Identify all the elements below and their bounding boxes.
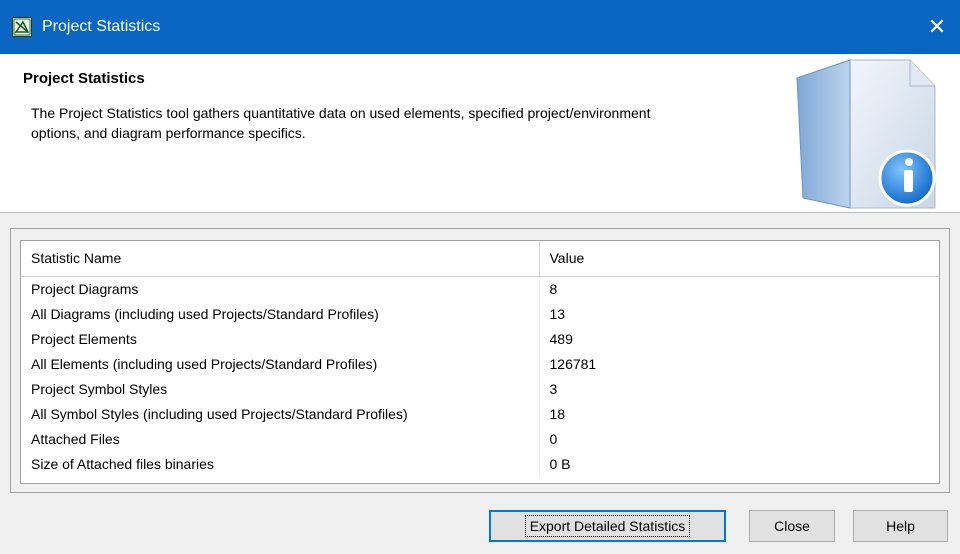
table-header-row: Statistic Name Value — [21, 241, 939, 277]
table-row[interactable]: Project Elements 489 — [21, 326, 939, 351]
close-button[interactable]: Close — [749, 510, 835, 542]
statistic-value: 126781 — [549, 355, 597, 372]
header-title: Project Statistics — [23, 70, 145, 87]
statistic-value: 8 — [549, 280, 558, 297]
column-header-name[interactable]: Statistic Name — [21, 241, 540, 277]
statistics-panel: Statistic Name Value Project Diagrams 8 … — [10, 228, 950, 493]
statistic-value: 13 — [549, 305, 566, 322]
title-bar: Project Statistics ✕ — [0, 0, 960, 54]
statistic-name: Project Symbol Styles — [21, 376, 540, 401]
statistic-value: 0 — [549, 430, 558, 447]
statistics-table: Statistic Name Value Project Diagrams 8 … — [20, 240, 940, 484]
table-row[interactable]: Attached Files 0 — [21, 426, 939, 451]
header-panel: Project Statistics The Project Statistic… — [0, 54, 960, 213]
statistic-name: All Symbol Styles (including used Projec… — [21, 401, 540, 426]
statistic-name: All Diagrams (including used Projects/St… — [21, 301, 540, 326]
statistic-name: All Elements (including used Projects/St… — [21, 351, 540, 376]
statistic-value: 18 — [549, 405, 566, 422]
statistic-name: Project Diagrams — [21, 276, 540, 301]
statistic-name: Size of Attached files binaries — [21, 451, 540, 476]
table-row[interactable]: All Diagrams (including used Projects/St… — [21, 301, 939, 326]
statistic-value: 3 — [549, 380, 558, 397]
help-button[interactable]: Help — [853, 510, 948, 542]
table-row[interactable]: All Elements (including used Projects/St… — [21, 351, 939, 376]
export-button-label: Export Detailed Statistics — [524, 515, 691, 537]
window-title: Project Statistics — [42, 18, 161, 35]
statistic-name: Attached Files — [21, 426, 540, 451]
column-header-value[interactable]: Value — [539, 241, 939, 277]
table-row[interactable]: Project Symbol Styles 3 — [21, 376, 939, 401]
statistic-value: 489 — [549, 330, 573, 347]
document-info-icon — [795, 58, 945, 212]
table-row[interactable]: All Symbol Styles (including used Projec… — [21, 401, 939, 426]
header-description: The Project Statistics tool gathers quan… — [31, 105, 651, 141]
close-icon[interactable]: ✕ — [914, 0, 960, 54]
statistic-value: 0 B — [549, 455, 571, 472]
table-row[interactable]: Size of Attached files binaries 0 B — [21, 451, 939, 476]
app-icon — [12, 17, 32, 37]
statistic-name: Project Elements — [21, 326, 540, 351]
table-row[interactable]: Project Diagrams 8 — [21, 276, 939, 301]
export-detailed-statistics-button[interactable]: Export Detailed Statistics — [489, 510, 726, 542]
